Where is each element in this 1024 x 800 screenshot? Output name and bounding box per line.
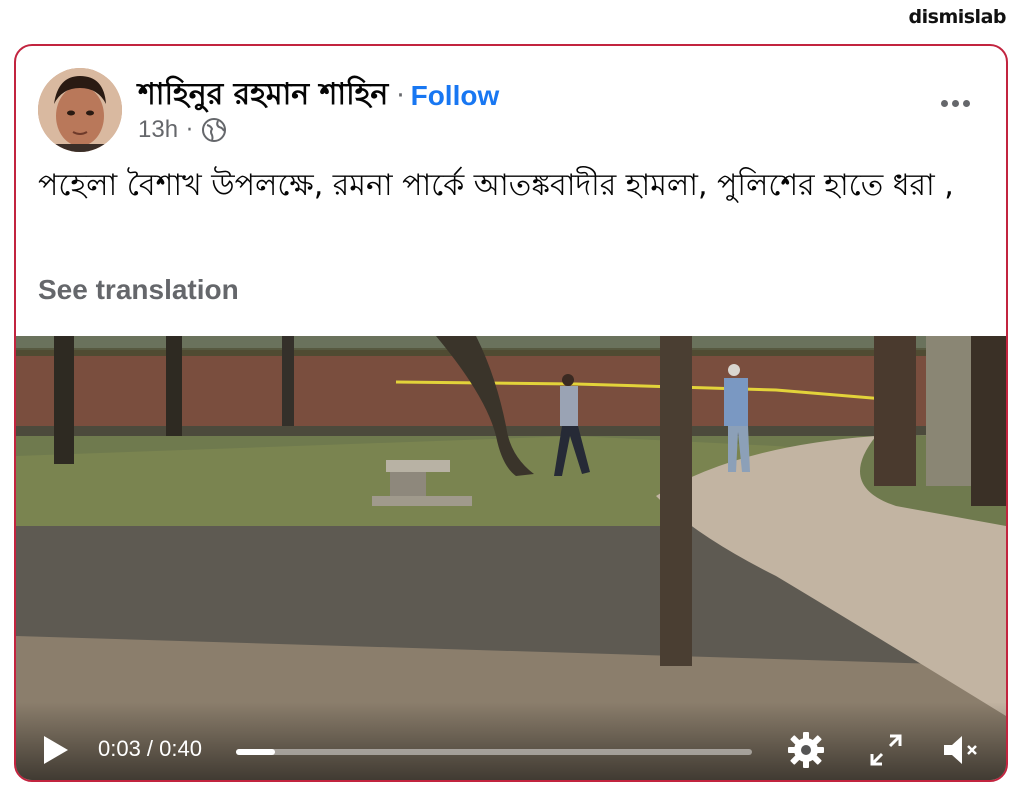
video-progress-fill	[236, 749, 275, 755]
see-translation-link[interactable]: See translation	[38, 274, 239, 306]
volume-muted-icon[interactable]	[940, 730, 980, 770]
video-controls: 0:03 / 0:40	[16, 702, 1006, 780]
globe-icon[interactable]	[201, 117, 227, 143]
video-timecode: 0:03 / 0:40	[98, 736, 202, 761]
video-progress-bar[interactable]	[236, 749, 752, 755]
facebook-post-card: শাহিনুর রহমান শাহিন · Follow 13h · পহেলা…	[14, 44, 1008, 782]
avatar[interactable]	[38, 68, 122, 152]
play-icon[interactable]	[42, 734, 70, 766]
more-options-icon[interactable]	[935, 94, 976, 113]
gear-icon[interactable]	[786, 730, 826, 770]
dismislab-watermark: dismislab	[908, 6, 1007, 28]
author-name[interactable]: শাহিনুর রহমান শাহিন	[138, 70, 388, 121]
follow-button[interactable]: Follow	[411, 80, 500, 112]
meta-separator-dot: ·	[186, 117, 194, 143]
video-player[interactable]: 0:03 / 0:40	[16, 336, 1006, 780]
separator-dot: ·	[396, 80, 405, 111]
fullscreen-icon[interactable]	[866, 730, 906, 770]
avatar-image	[38, 68, 122, 152]
post-timestamp[interactable]: 13h	[138, 116, 178, 144]
post-text: পহেলা বৈশাখ উপলক্ষে, রমনা পার্কে আতঙ্কবা…	[38, 168, 954, 203]
